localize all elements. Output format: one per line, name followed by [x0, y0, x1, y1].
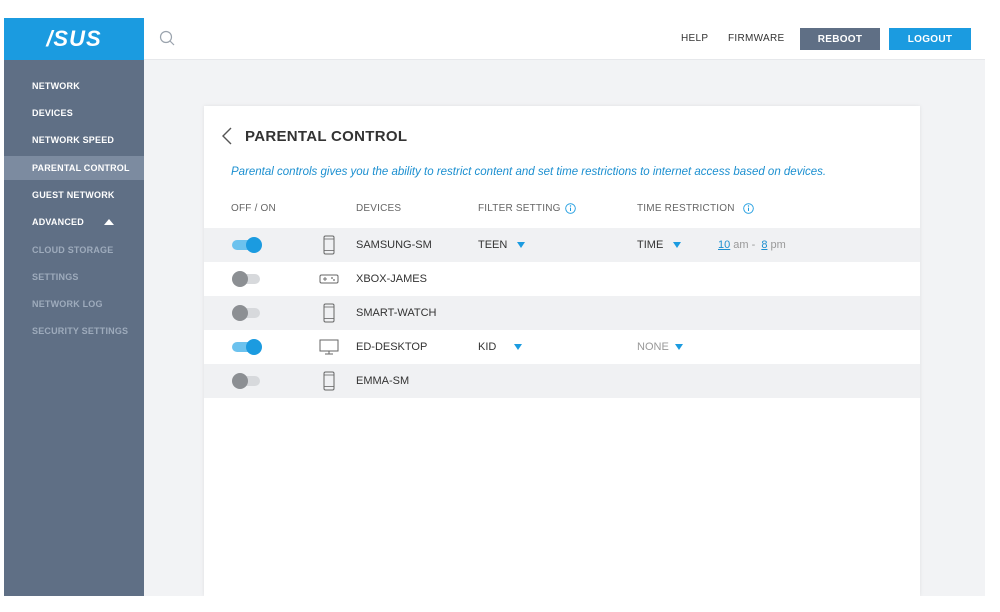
header-off-on: OFF / ON: [231, 203, 276, 214]
sidebar-item-guest-network[interactable]: GUEST NETWORK: [4, 183, 144, 207]
caret-down-icon: [674, 344, 683, 350]
monitor-icon: [319, 339, 339, 355]
time-dropdown[interactable]: NONE: [637, 341, 683, 353]
sidebar: NETWORK DEVICES NETWORK SPEED PARENTAL C…: [4, 60, 144, 596]
reboot-button[interactable]: REBOOT: [800, 28, 880, 50]
time-from-input[interactable]: 10: [718, 239, 730, 251]
page-description: Parental controls gives you the ability …: [231, 166, 827, 178]
header-filter-label: FILTER SETTING: [478, 203, 561, 214]
table-row: SAMSUNG-SM TEEN TIME 10 am - 8 pm: [204, 228, 920, 262]
table-row: EMMA-SM: [204, 364, 920, 398]
sidebar-item-devices[interactable]: DEVICES: [4, 101, 144, 125]
filter-dropdown[interactable]: KID: [478, 341, 523, 353]
caret-down-icon: [673, 242, 682, 248]
sidebar-item-network-log[interactable]: NETWORK LOG: [4, 292, 144, 316]
time-range: 10 am - 8 pm: [715, 239, 786, 251]
phone-icon: [323, 235, 335, 255]
device-name: SMART-WATCH: [356, 307, 437, 319]
header-off-on-label: OFF / ON: [231, 203, 276, 214]
header-devices-label: DEVICES: [356, 203, 402, 214]
time-value: TIME: [637, 239, 664, 251]
info-icon[interactable]: [564, 203, 576, 214]
header-time-restriction: TIME RESTRICTION: [637, 203, 754, 214]
sidebar-item-advanced-label: ADVANCED: [32, 217, 84, 227]
logo-text: /SUS: [46, 26, 102, 51]
app-frame: /SUS HELP FIRMWARE REBOOT LOGOUT NETWORK…: [4, 18, 985, 596]
filter-value: KID: [478, 341, 497, 353]
filter-dropdown[interactable]: TEEN: [478, 239, 526, 251]
help-link[interactable]: HELP: [681, 33, 708, 44]
watch-icon: [323, 303, 335, 323]
header-time-label: TIME RESTRICTION: [637, 203, 735, 214]
device-name: XBOX-JAMES: [356, 273, 427, 285]
top-bar: /SUS HELP FIRMWARE REBOOT LOGOUT: [4, 18, 985, 60]
time-to-input[interactable]: 8: [761, 239, 767, 251]
sidebar-item-security-settings[interactable]: SECURITY SETTINGS: [4, 319, 144, 343]
phone-icon: [323, 371, 335, 391]
asus-logo[interactable]: /SUS: [4, 18, 144, 60]
device-toggle[interactable]: [232, 305, 262, 321]
caret-down-icon: [517, 242, 526, 248]
time-value: NONE: [637, 341, 669, 353]
filter-value: TEEN: [478, 239, 508, 251]
sidebar-item-cloud-storage[interactable]: CLOUD STORAGE: [4, 238, 144, 262]
device-toggle[interactable]: [232, 339, 262, 355]
device-toggle[interactable]: [232, 271, 262, 287]
search-icon[interactable]: [158, 29, 178, 49]
device-name: SAMSUNG-SM: [356, 239, 432, 251]
sidebar-item-network-speed[interactable]: NETWORK SPEED: [4, 128, 144, 152]
logout-button[interactable]: LOGOUT: [889, 28, 971, 50]
page-title: PARENTAL CONTROL: [245, 128, 408, 145]
time-to-unit: pm: [770, 239, 786, 251]
table-row: ED-DESKTOP KID NONE: [204, 330, 920, 364]
time-from-unit: am: [733, 239, 749, 251]
gamepad-icon: [319, 274, 339, 284]
caret-down-icon: [514, 344, 523, 350]
time-separator: -: [751, 239, 756, 251]
parental-control-card: PARENTAL CONTROL Parental controls gives…: [204, 106, 920, 596]
caret-up-icon: [103, 219, 114, 225]
chevron-left-icon[interactable]: [220, 126, 234, 146]
device-name: EMMA-SM: [356, 375, 410, 387]
device-toggle[interactable]: [232, 237, 262, 253]
table-row: SMART-WATCH: [204, 296, 920, 330]
sidebar-item-settings[interactable]: SETTINGS: [4, 265, 144, 289]
device-name: ED-DESKTOP: [356, 341, 428, 353]
sidebar-item-advanced[interactable]: ADVANCED: [4, 210, 144, 234]
firmware-link[interactable]: FIRMWARE: [728, 33, 784, 44]
time-dropdown[interactable]: TIME: [637, 239, 682, 251]
header-devices: DEVICES: [356, 203, 401, 214]
sidebar-item-network[interactable]: NETWORK: [4, 74, 144, 98]
table-row: XBOX-JAMES: [204, 262, 920, 296]
header-filter-setting: FILTER SETTING: [478, 203, 576, 214]
device-toggle[interactable]: [232, 373, 262, 389]
sidebar-item-parental-control[interactable]: PARENTAL CONTROL: [4, 156, 144, 180]
info-icon[interactable]: [742, 203, 754, 214]
